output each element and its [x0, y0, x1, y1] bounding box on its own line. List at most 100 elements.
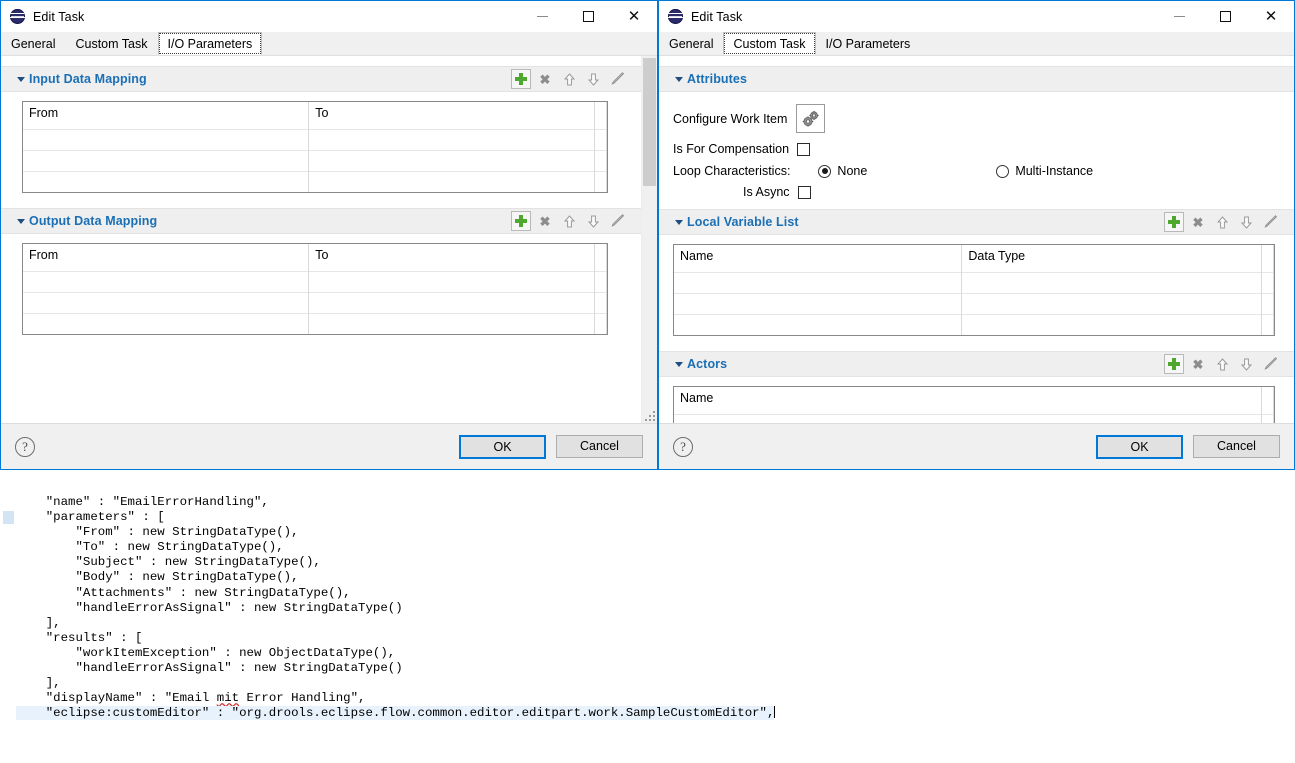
tab-general[interactable]: General	[659, 33, 724, 55]
text-caret	[774, 706, 776, 719]
minimize-icon[interactable]	[1156, 1, 1202, 32]
tab-io-parameters[interactable]: I/O Parameters	[157, 32, 263, 55]
chevron-down-icon[interactable]	[671, 361, 687, 367]
table-row[interactable]	[674, 413, 1274, 423]
table-row[interactable]	[674, 271, 1274, 293]
code-line[interactable]: "Body" : new StringDataType(),	[16, 570, 1295, 585]
add-icon[interactable]	[511, 69, 531, 89]
code-line[interactable]: ],	[16, 676, 1295, 691]
table-row[interactable]	[23, 170, 607, 192]
code-line[interactable]: "name" : "EmailErrorHandling",	[16, 495, 1295, 510]
column-header-to: To	[308, 102, 595, 129]
code-line[interactable]: "displayName" : "Email mit Error Handlin…	[16, 691, 1295, 706]
output-data-mapping-table[interactable]: From To	[22, 243, 608, 335]
move-up-icon[interactable]	[1212, 212, 1232, 232]
cancel-button[interactable]: Cancel	[1193, 434, 1280, 458]
add-icon[interactable]	[511, 211, 531, 231]
chevron-down-icon[interactable]	[13, 76, 29, 82]
edit-icon[interactable]	[1260, 354, 1280, 374]
move-down-icon[interactable]	[583, 211, 603, 231]
code-line[interactable]: "Attachments" : new StringDataType(),	[16, 586, 1295, 601]
ok-button[interactable]: OK	[1096, 434, 1183, 459]
maximize-icon[interactable]	[1202, 1, 1248, 32]
delete-icon[interactable]: ✖	[535, 69, 555, 89]
loop-none-radio[interactable]	[818, 164, 832, 178]
add-icon[interactable]	[1164, 212, 1184, 232]
chevron-down-icon[interactable]	[671, 219, 687, 225]
chevron-down-icon[interactable]	[13, 218, 29, 224]
close-icon[interactable]: ✕	[1248, 1, 1294, 32]
move-up-icon[interactable]	[559, 69, 579, 89]
help-icon[interactable]: ?	[15, 436, 35, 457]
cancel-button[interactable]: Cancel	[556, 434, 643, 458]
vertical-scrollbar[interactable]	[641, 56, 657, 423]
move-down-icon[interactable]	[1236, 354, 1256, 374]
scrollbar-thumb[interactable]	[643, 58, 656, 186]
resize-grip[interactable]	[643, 409, 655, 421]
move-down-icon[interactable]	[583, 69, 603, 89]
table-row[interactable]	[674, 292, 1274, 314]
help-icon[interactable]: ?	[673, 436, 693, 457]
code-line[interactable]: "parameters" : [	[16, 510, 1295, 525]
delete-icon[interactable]: ✖	[1188, 212, 1208, 232]
ok-button[interactable]: OK	[459, 434, 546, 459]
input-data-mapping-table[interactable]: From To	[22, 101, 608, 193]
loop-multi-instance-label: Multi-Instance	[1015, 164, 1094, 178]
section-toolbar: ✖	[511, 69, 641, 89]
configure-work-item-row: Configure Work Item	[673, 104, 1294, 133]
table-row[interactable]	[23, 270, 607, 292]
tab-custom-task[interactable]: Custom Task	[723, 32, 816, 55]
edit-icon[interactable]	[607, 69, 627, 89]
edit-icon[interactable]	[1260, 212, 1280, 232]
is-for-compensation-checkbox[interactable]	[797, 142, 811, 156]
delete-icon[interactable]: ✖	[535, 211, 555, 231]
editor-code-body[interactable]: "name" : "EmailErrorHandling", "paramete…	[16, 495, 1295, 721]
maximize-icon[interactable]	[565, 1, 611, 32]
table-row[interactable]	[23, 128, 607, 150]
actors-table[interactable]: Name	[673, 386, 1275, 423]
code-line[interactable]: ],	[16, 616, 1295, 631]
move-down-icon[interactable]	[1236, 212, 1256, 232]
code-editor[interactable]: "name" : "EmailErrorHandling", "paramete…	[0, 470, 1295, 763]
section-local-variable-list-header[interactable]: Local Variable List ✖	[659, 209, 1294, 235]
dialog-content-wrap: Input Data Mapping ✖ From To Output Data…	[1, 56, 657, 423]
delete-icon[interactable]: ✖	[1188, 354, 1208, 374]
section-output-data-mapping-header[interactable]: Output Data Mapping ✖	[1, 208, 641, 234]
column-header-to: To	[308, 244, 595, 271]
code-line[interactable]: "eclipse:customEditor" : "org.drools.ecl…	[16, 706, 1295, 721]
code-line[interactable]: "From" : new StringDataType(),	[16, 525, 1295, 540]
table-row[interactable]	[674, 313, 1274, 335]
move-up-icon[interactable]	[559, 211, 579, 231]
close-icon[interactable]: ✕	[611, 1, 657, 32]
code-line[interactable]: "handleErrorAsSignal" : new StringDataTy…	[16, 661, 1295, 676]
section-input-data-mapping-header[interactable]: Input Data Mapping ✖	[1, 66, 641, 92]
code-line[interactable]: "results" : [	[16, 631, 1295, 646]
section-actors-header[interactable]: Actors ✖	[659, 351, 1294, 377]
section-toolbar: ✖	[511, 211, 641, 231]
section-toolbar: ✖	[1164, 212, 1294, 232]
code-line[interactable]: "Subject" : new StringDataType(),	[16, 555, 1295, 570]
window-title: Edit Task	[691, 9, 743, 24]
code-line[interactable]: "To" : new StringDataType(),	[16, 540, 1295, 555]
edit-icon[interactable]	[607, 211, 627, 231]
column-header-data-type: Data Type	[961, 245, 1262, 272]
move-up-icon[interactable]	[1212, 354, 1232, 374]
section-attributes-header[interactable]: Attributes	[659, 66, 1294, 92]
is-async-checkbox[interactable]	[797, 185, 811, 199]
chevron-down-icon[interactable]	[671, 76, 687, 82]
add-icon[interactable]	[1164, 354, 1184, 374]
table-row[interactable]	[23, 312, 607, 334]
table-row[interactable]	[23, 149, 607, 171]
local-variable-list-table[interactable]: Name Data Type	[673, 244, 1275, 336]
editor-gutter[interactable]	[0, 470, 16, 763]
editor-gutter-marker[interactable]	[3, 511, 14, 525]
code-line[interactable]: "handleErrorAsSignal" : new StringDataTy…	[16, 601, 1295, 616]
code-line[interactable]: "workItemException" : new ObjectDataType…	[16, 646, 1295, 661]
minimize-icon[interactable]	[519, 1, 565, 32]
tab-general[interactable]: General	[1, 33, 66, 55]
tab-io-parameters[interactable]: I/O Parameters	[815, 33, 921, 55]
table-row[interactable]	[23, 291, 607, 313]
gears-icon[interactable]	[796, 104, 826, 133]
tab-custom-task[interactable]: Custom Task	[65, 33, 158, 55]
loop-multi-instance-radio[interactable]	[996, 164, 1010, 178]
